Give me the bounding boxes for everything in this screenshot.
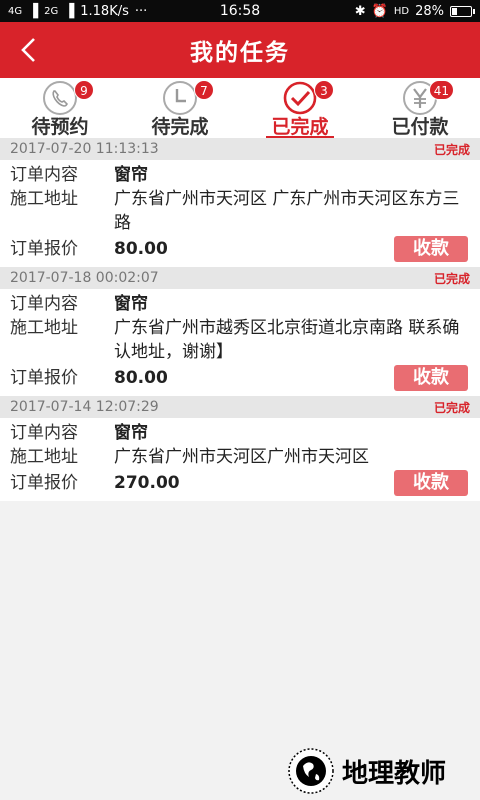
content-label: 订单内容 — [10, 423, 78, 443]
status-bar: 4G ▐ 2G ▐ 1.18K/s ··· 16:58 ✱ ⏰ HD 28% — [0, 0, 480, 22]
price-value: 270.00 — [114, 473, 180, 493]
content-value: 窗帘 — [114, 294, 148, 314]
order-card[interactable]: 2017-07-20 11:13:13 已完成 订单内容 窗帘 施工地址 广东省… — [0, 138, 480, 267]
order-header: 2017-07-14 12:07:29 已完成 — [0, 396, 480, 418]
collect-payment-button[interactable]: 收款 — [394, 236, 468, 262]
tab-completed[interactable]: 3 已完成 — [240, 78, 360, 138]
address-value: 广东省广州市天河区 广东广州市天河区东方三路 — [114, 189, 460, 233]
order-address-row: 施工地址 广东省广州市越秀区北京街道北京南路 联系确认地址，谢谢】 — [10, 316, 480, 364]
price-label: 订单报价 — [10, 368, 78, 388]
order-card[interactable]: 2017-07-14 12:07:29 已完成 订单内容 窗帘 施工地址 广东省… — [0, 396, 480, 501]
address-value: 广东省广州市越秀区北京街道北京南路 联系确认地址，谢谢】 — [114, 318, 460, 362]
order-status: 已完成 — [433, 142, 470, 157]
collect-payment-button[interactable]: 收款 — [394, 365, 468, 391]
address-label: 施工地址 — [10, 189, 78, 209]
order-body: 订单内容 窗帘 施工地址 广东省广州市天河区 广东广州市天河区东方三路 订单报价… — [0, 160, 480, 267]
order-content-row: 订单内容 窗帘 — [10, 421, 480, 445]
battery-fill — [452, 7, 458, 15]
content-label: 订单内容 — [10, 294, 78, 314]
order-body: 订单内容 窗帘 施工地址 广东省广州市天河区广州市天河区 订单报价 270.00… — [0, 418, 480, 501]
globe-logo-icon — [288, 748, 334, 794]
chevron-left-icon — [21, 38, 35, 62]
back-button[interactable] — [16, 35, 40, 65]
order-datetime: 2017-07-18 00:02:07 — [10, 270, 159, 286]
address-value: 广东省广州市天河区广州市天河区 — [114, 447, 369, 467]
order-content-row: 订单内容 窗帘 — [10, 292, 480, 316]
clock-icon: 7 — [162, 80, 214, 116]
tab-label: 已付款 — [391, 116, 449, 138]
order-body: 订单内容 窗帘 施工地址 广东省广州市越秀区北京街道北京南路 联系确认地址，谢谢… — [0, 289, 480, 396]
phone-icon: 9 — [42, 80, 94, 116]
order-datetime: 2017-07-14 12:07:29 — [10, 399, 159, 415]
order-header: 2017-07-20 11:13:13 已完成 — [0, 138, 480, 160]
price-label: 订单报价 — [10, 473, 78, 493]
collect-payment-button[interactable]: 收款 — [394, 470, 468, 496]
tab-badge: 41 — [428, 80, 454, 100]
order-address-row: 施工地址 广东省广州市天河区 广东广州市天河区东方三路 — [10, 187, 480, 235]
watermark-text: 地理教师 — [342, 758, 447, 789]
tab-bar: 9 待预约 7 待完成 3 已完成 41 已付款 — [0, 78, 480, 138]
yen-icon: 41 — [402, 80, 454, 116]
order-datetime: 2017-07-20 11:13:13 — [10, 141, 159, 157]
tab-pending-completion[interactable]: 7 待完成 — [120, 78, 240, 138]
price-value: 80.00 — [114, 368, 168, 388]
title-bar: 我的任务 — [0, 22, 480, 78]
tab-badge: 7 — [194, 80, 214, 100]
order-content-row: 订单内容 窗帘 — [10, 163, 480, 187]
order-header: 2017-07-18 00:02:07 已完成 — [0, 267, 480, 289]
tab-label: 已完成 — [271, 116, 329, 138]
watermark: 地理教师 — [286, 746, 446, 796]
content-value: 窗帘 — [114, 423, 148, 443]
order-price-row: 订单报价 80.00 收款 — [10, 364, 480, 392]
tab-badge: 9 — [74, 80, 94, 100]
order-address-row: 施工地址 广东省广州市天河区广州市天河区 — [10, 445, 480, 469]
price-label: 订单报价 — [10, 239, 78, 259]
price-value: 80.00 — [114, 239, 168, 259]
tab-paid[interactable]: 41 已付款 — [360, 78, 480, 138]
battery-icon — [450, 5, 475, 17]
order-status: 已完成 — [433, 271, 470, 286]
check-icon: 3 — [282, 80, 334, 116]
address-label: 施工地址 — [10, 318, 78, 338]
tab-label: 待完成 — [151, 116, 209, 138]
tab-label: 待预约 — [31, 116, 89, 138]
tab-pending-appointment[interactable]: 9 待预约 — [0, 78, 120, 138]
address-label: 施工地址 — [10, 447, 78, 467]
order-price-row: 订单报价 270.00 收款 — [10, 469, 480, 497]
order-status: 已完成 — [433, 400, 470, 415]
order-price-row: 订单报价 80.00 收款 — [10, 235, 480, 263]
content-value: 窗帘 — [114, 165, 148, 185]
content-label: 订单内容 — [10, 165, 78, 185]
page-title: 我的任务 — [190, 40, 290, 66]
tab-badge: 3 — [314, 80, 334, 100]
order-card[interactable]: 2017-07-18 00:02:07 已完成 订单内容 窗帘 施工地址 广东省… — [0, 267, 480, 396]
clock: 16:58 — [219, 3, 261, 19]
